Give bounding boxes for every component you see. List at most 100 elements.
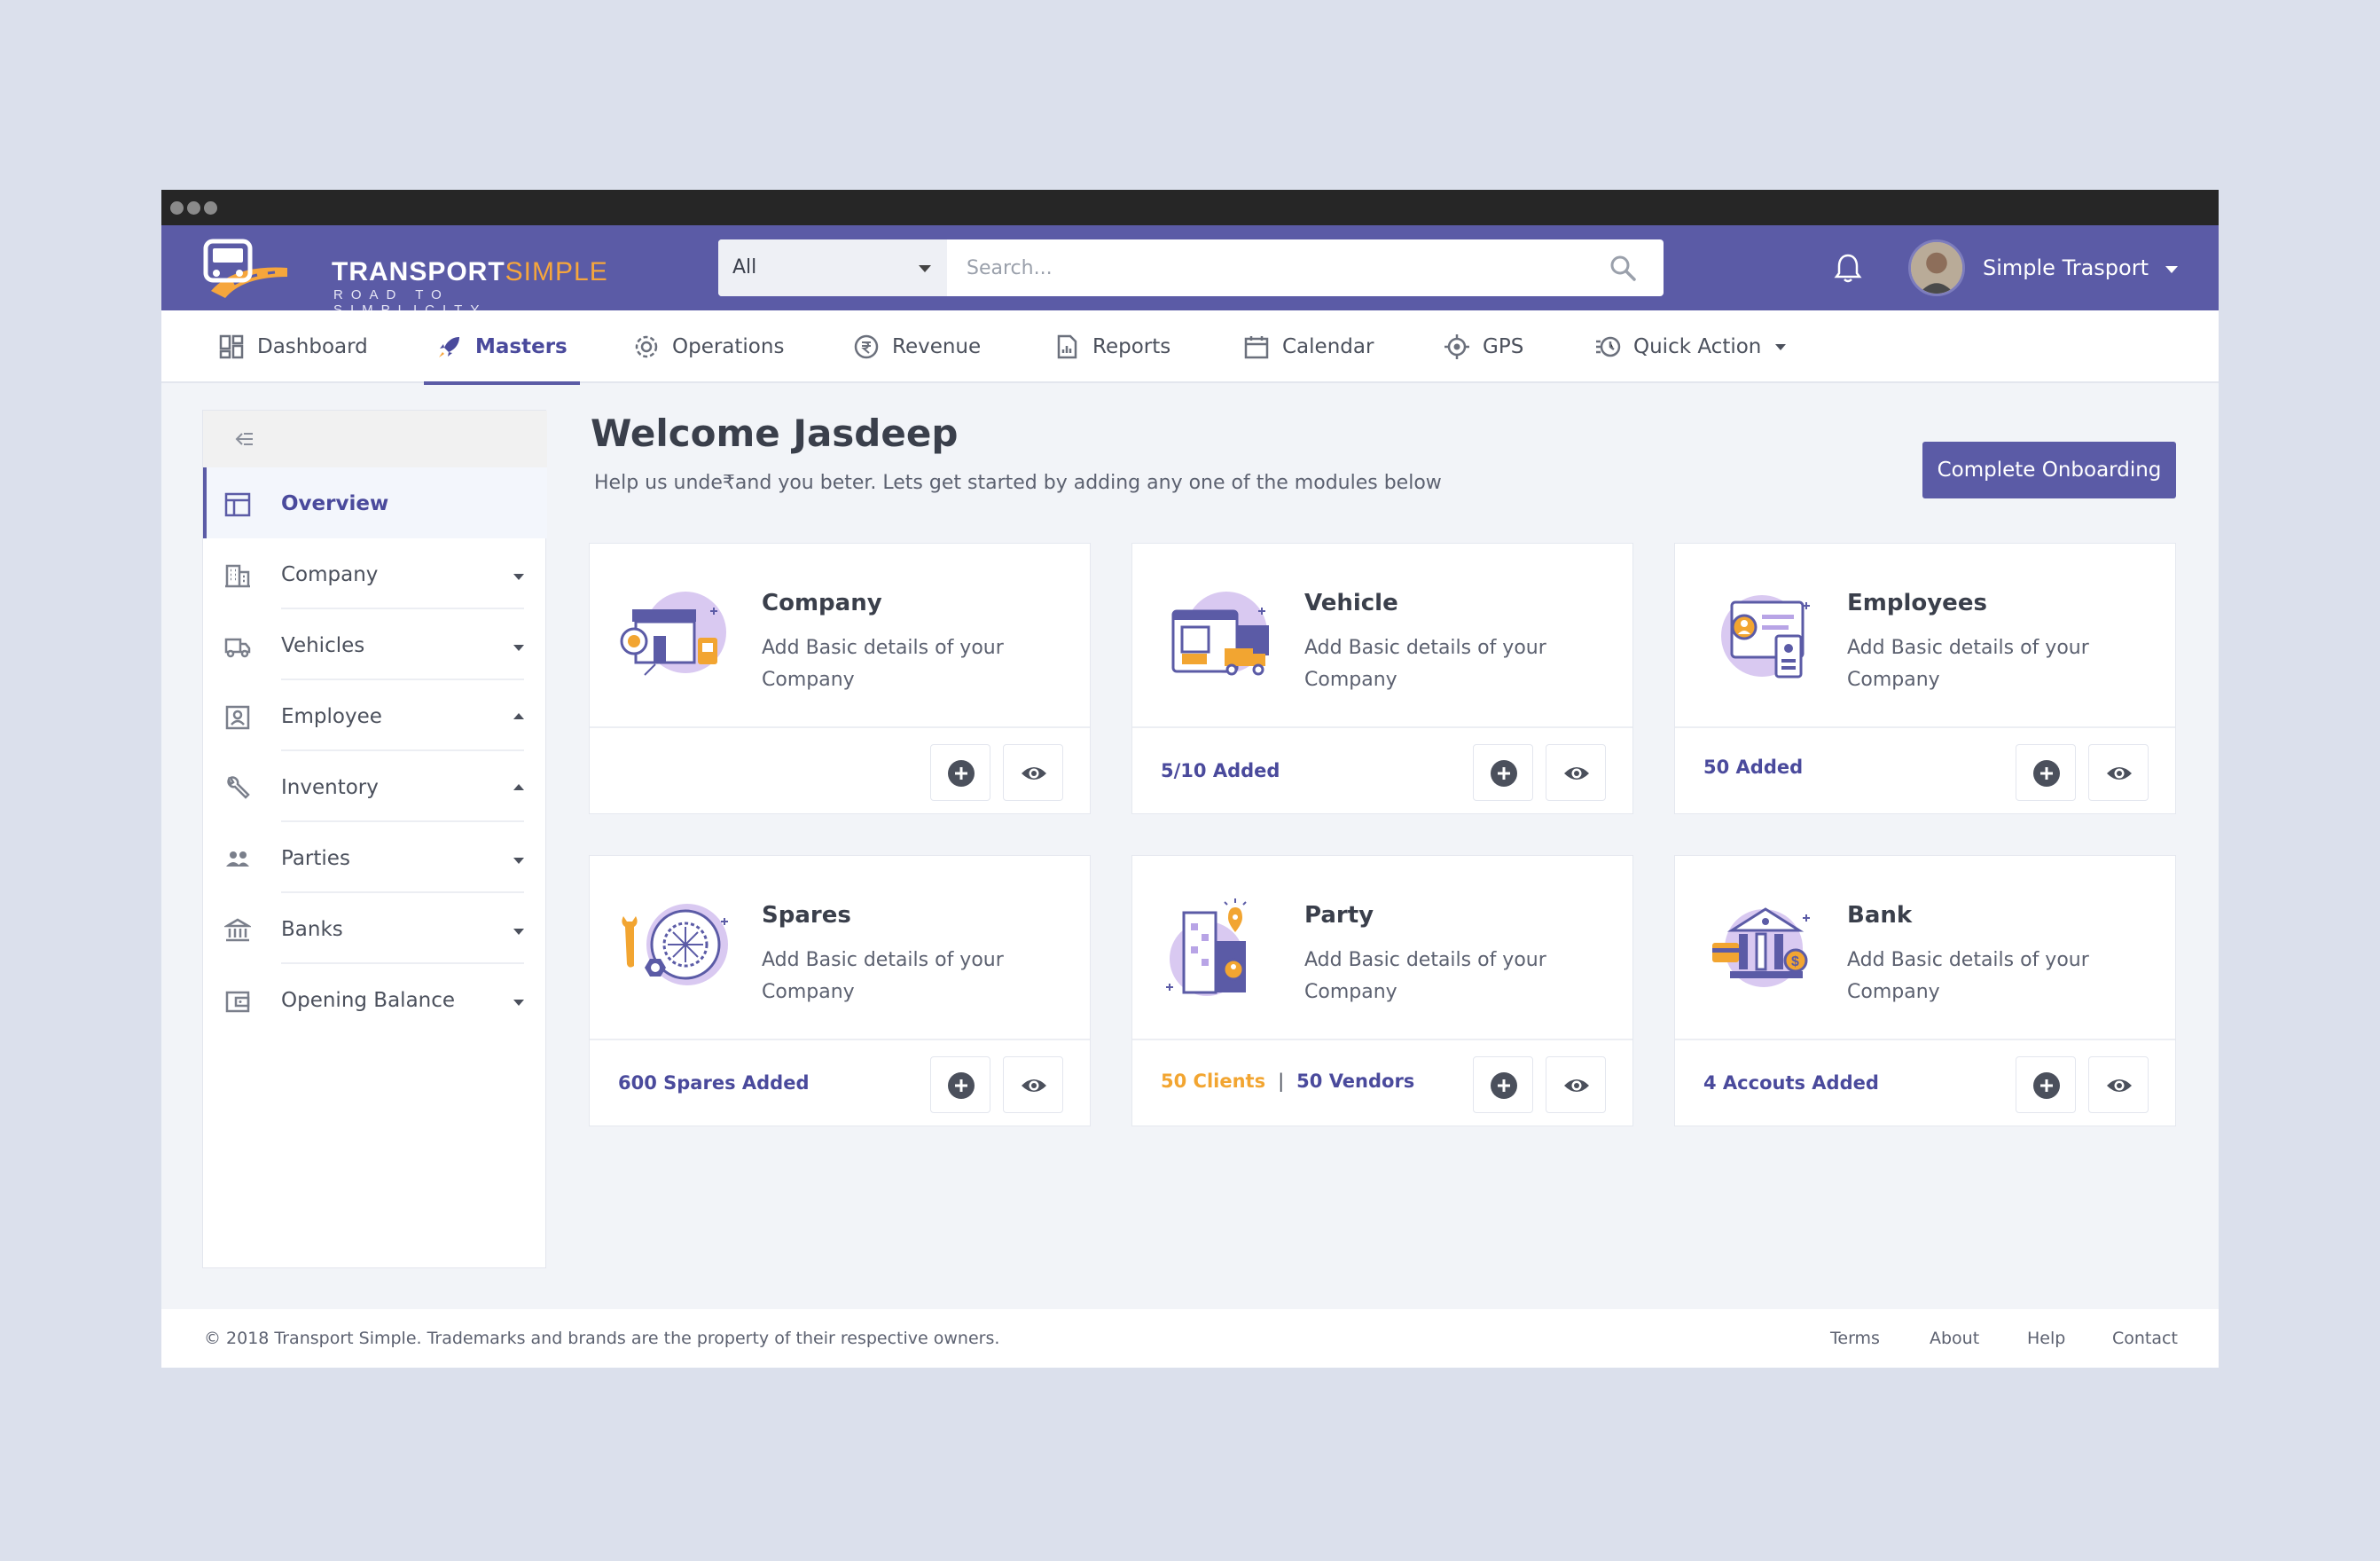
app-logo[interactable]: TRANSPORTSIMPLE ROAD TO SIMPLICITY bbox=[199, 238, 607, 318]
search-category-select[interactable]: All bbox=[718, 239, 947, 296]
card-count: 50 Clients | 50 Vendors bbox=[1161, 1071, 1414, 1092]
sidebar-item-banks[interactable]: Banks bbox=[203, 893, 547, 964]
sidebar-item-overview[interactable]: Overview bbox=[203, 467, 547, 538]
search-input[interactable] bbox=[967, 239, 1587, 296]
view-employees-button[interactable] bbox=[2088, 744, 2149, 801]
chevron-down-icon bbox=[513, 858, 524, 864]
module-card-employees: Employees Add Basic details of your Comp… bbox=[1674, 543, 2176, 814]
page-footer: © 2018 Transport Simple. Trademarks and … bbox=[161, 1309, 2219, 1368]
sidebar-item-opening-balance[interactable]: Opening Balance bbox=[203, 964, 547, 1035]
chevron-down-icon bbox=[513, 1000, 524, 1006]
party-illustration bbox=[1166, 898, 1247, 996]
window-dot-maximize[interactable] bbox=[204, 201, 217, 215]
report-icon bbox=[1057, 334, 1077, 359]
view-spares-button[interactable] bbox=[1003, 1056, 1063, 1113]
avatar[interactable] bbox=[1908, 239, 1965, 296]
vehicle-illustration bbox=[1171, 592, 1269, 676]
bell-icon[interactable] bbox=[1830, 250, 1866, 286]
nav-masters[interactable]: Masters bbox=[424, 310, 580, 385]
user-name[interactable]: Simple Trasport bbox=[1983, 255, 2149, 280]
footer-link-about[interactable]: About bbox=[1930, 1329, 1979, 1348]
card-count: 600 Spares Added bbox=[618, 1072, 810, 1094]
card-title: Bank bbox=[1847, 902, 1913, 929]
sidebar-item-inventory[interactable]: Inventory bbox=[203, 751, 547, 822]
sidebar-item-label: Inventory bbox=[281, 776, 379, 799]
chevron-down-icon bbox=[513, 574, 524, 580]
user-photo bbox=[1911, 242, 1962, 294]
card-title: Spares bbox=[762, 902, 851, 929]
view-vehicle-button[interactable] bbox=[1546, 744, 1606, 801]
rupee-icon bbox=[854, 334, 879, 359]
calendar-icon bbox=[1244, 336, 1269, 359]
card-description: Add Basic details of your Company bbox=[762, 637, 1004, 691]
add-spares-button[interactable] bbox=[930, 1056, 990, 1113]
nav-calendar[interactable]: Calendar bbox=[1243, 310, 1374, 383]
sidebar-item-company[interactable]: Company bbox=[203, 538, 547, 609]
window-dot-minimize[interactable] bbox=[187, 201, 200, 215]
spares-illustration bbox=[622, 904, 728, 985]
divider bbox=[1132, 1039, 1632, 1040]
module-card-company: Company Add Basic details of your Compan… bbox=[589, 543, 1091, 814]
card-description: Add Basic details of your Company bbox=[1847, 949, 2089, 1003]
sidebar-item-label: Overview bbox=[281, 492, 389, 515]
view-bank-button[interactable] bbox=[2088, 1056, 2149, 1113]
card-description: Add Basic details of your Company bbox=[1847, 637, 2089, 691]
logo-wordmark: TRANSPORTSIMPLE bbox=[332, 257, 608, 286]
add-party-button[interactable] bbox=[1473, 1056, 1533, 1113]
divider bbox=[1132, 726, 1632, 728]
nav-quick-action[interactable]: Quick Action bbox=[1594, 310, 1787, 383]
add-circle-icon bbox=[948, 1072, 975, 1099]
chevron-up-icon bbox=[513, 784, 524, 790]
divider bbox=[1675, 1039, 2175, 1040]
app-window: TRANSPORTSIMPLE ROAD TO SIMPLICITY All bbox=[161, 190, 2219, 1368]
nav-gps-label: GPS bbox=[1483, 335, 1524, 358]
search-icon[interactable] bbox=[1609, 254, 1637, 282]
eye-icon bbox=[1022, 767, 1046, 780]
company-illustration bbox=[620, 592, 726, 676]
sidebar: Overview Company Vehicles Employee Inven… bbox=[202, 410, 547, 1268]
add-employee-button[interactable] bbox=[2016, 744, 2076, 801]
footer-link-contact[interactable]: Contact bbox=[2112, 1329, 2178, 1348]
eye-icon bbox=[1564, 767, 1589, 780]
nav-operations[interactable]: Operations bbox=[633, 310, 784, 383]
nav-reports[interactable]: Reports bbox=[1053, 310, 1170, 383]
gps-icon bbox=[1444, 334, 1469, 359]
add-vehicle-button[interactable] bbox=[1473, 744, 1533, 801]
nav-revenue[interactable]: Revenue bbox=[853, 310, 981, 383]
nav-quick-action-label: Quick Action bbox=[1633, 335, 1762, 358]
nav-dashboard-label: Dashboard bbox=[257, 335, 368, 358]
module-card-vehicle: Vehicle Add Basic details of your Compan… bbox=[1131, 543, 1633, 814]
sidebar-item-label: Employee bbox=[281, 705, 382, 728]
truck-logo-icon bbox=[203, 239, 287, 298]
card-count: 4 Accouts Added bbox=[1703, 1072, 1879, 1094]
clients-count: 50 Clients bbox=[1161, 1071, 1266, 1092]
sidebar-item-employee[interactable]: Employee bbox=[203, 680, 547, 751]
add-company-button[interactable] bbox=[930, 744, 990, 801]
nav-dashboard[interactable]: Dashboard bbox=[218, 310, 368, 383]
add-circle-icon bbox=[948, 760, 975, 787]
page-subtitle: Help us unde₹and you beter. Lets get sta… bbox=[594, 472, 1442, 494]
chevron-down-icon bbox=[919, 265, 931, 272]
footer-link-terms[interactable]: Terms bbox=[1830, 1329, 1880, 1348]
module-card-party: Party Add Basic details of your Company … bbox=[1131, 855, 1633, 1126]
nav-gps[interactable]: GPS bbox=[1444, 310, 1523, 383]
module-card-spares: Spares Add Basic details of your Company… bbox=[589, 855, 1091, 1126]
card-description: Add Basic details of your Company bbox=[1304, 949, 1546, 1003]
eye-icon bbox=[1564, 1079, 1589, 1092]
sidebar-item-parties[interactable]: Parties bbox=[203, 822, 547, 893]
eye-icon bbox=[1022, 1079, 1046, 1092]
view-company-button[interactable] bbox=[1003, 744, 1063, 801]
footer-link-help[interactable]: Help bbox=[2027, 1329, 2065, 1348]
id-card-icon bbox=[225, 705, 250, 730]
collapse-sidebar-icon[interactable] bbox=[231, 428, 256, 450]
window-dot-close[interactable] bbox=[170, 201, 184, 215]
sidebar-item-vehicles[interactable]: Vehicles bbox=[203, 609, 547, 680]
card-title: Employees bbox=[1847, 590, 1987, 616]
complete-onboarding-button[interactable]: Complete Onboarding bbox=[1922, 442, 2176, 498]
sidebar-item-label: Vehicles bbox=[281, 634, 365, 657]
add-bank-button[interactable] bbox=[2016, 1056, 2076, 1113]
svg-text:$: $ bbox=[1791, 954, 1799, 969]
chevron-down-icon[interactable] bbox=[2165, 266, 2178, 273]
view-party-button[interactable] bbox=[1546, 1056, 1606, 1113]
divider bbox=[590, 1039, 1090, 1040]
